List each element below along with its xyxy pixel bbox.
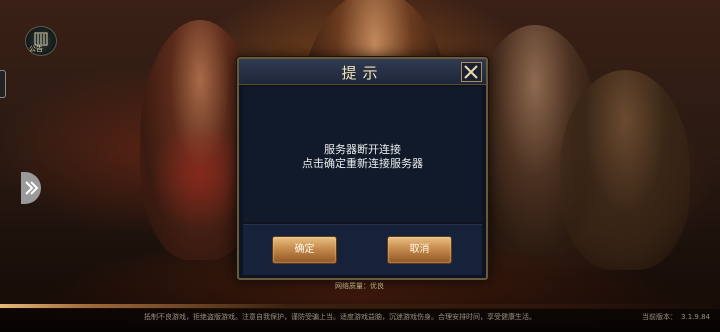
chevron-right-icon	[25, 181, 39, 195]
dialog-title: 提示	[341, 64, 384, 82]
cancel-button[interactable]: 取消	[387, 236, 452, 264]
confirm-button[interactable]: 确定	[272, 236, 337, 264]
close-button[interactable]	[461, 62, 482, 82]
version-value: 3.1.9.84	[681, 313, 710, 321]
health-notice: 抵制不良游戏，拒绝盗版游戏。注意自我保护，谨防受骗上当。适度游戏益脑，沉迷游戏伤…	[144, 313, 536, 321]
edge-handle[interactable]	[0, 70, 6, 98]
version-info: 当前版本： 3.1.9.84	[642, 312, 710, 322]
message-line-2: 点击确定重新连接服务器	[302, 157, 423, 170]
notice-label: 公告	[29, 45, 43, 53]
close-icon	[464, 65, 478, 79]
character-left-armor	[150, 120, 250, 230]
alert-dialog: 提示 服务器断开连接 点击确定重新连接服务器 确定 取消	[237, 57, 488, 280]
version-label: 当前版本：	[642, 313, 678, 321]
network-quality: 网络质量：优良	[335, 282, 384, 290]
loading-bar	[0, 304, 720, 308]
character-far-right	[560, 70, 690, 270]
